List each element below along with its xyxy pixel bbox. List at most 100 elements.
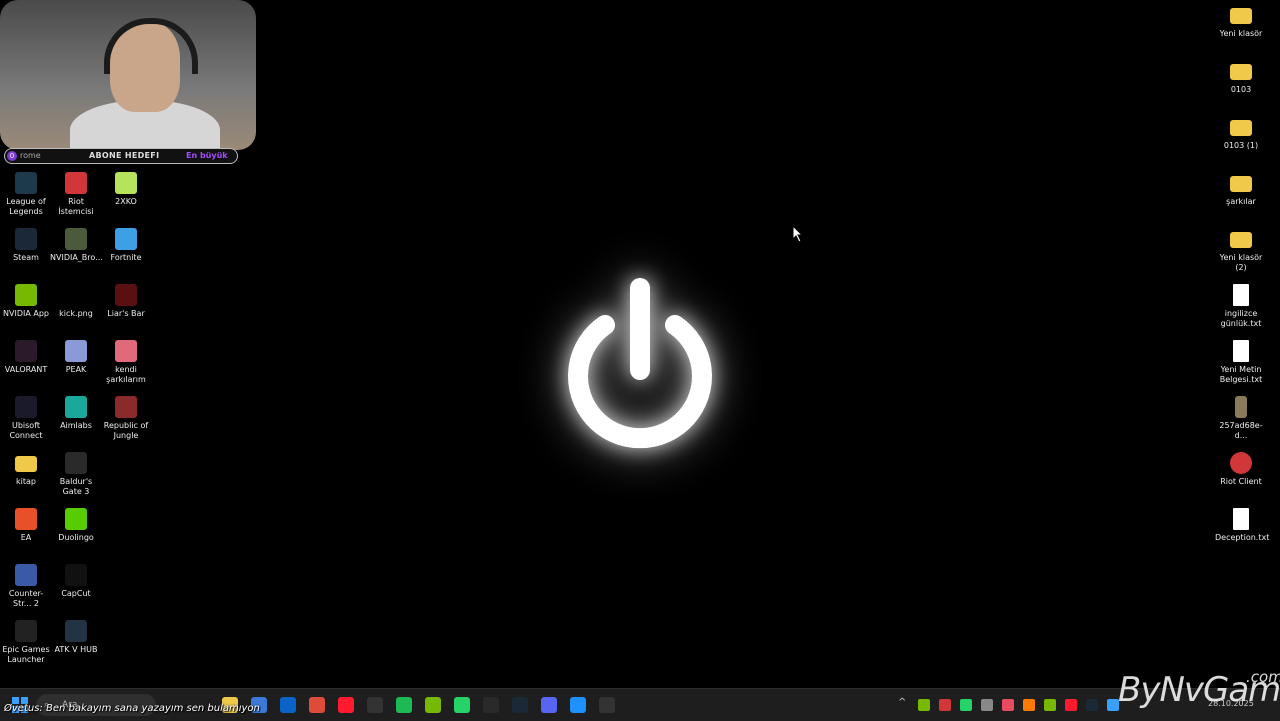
folder-icon: [1230, 64, 1252, 80]
desktop-icon[interactable]: Yeni klasör: [1215, 4, 1267, 39]
desktop-icon[interactable]: VALORANT: [0, 340, 52, 375]
desktop-icon[interactable]: Fortnite: [100, 228, 152, 263]
desktop-icon[interactable]: kick.png: [50, 284, 102, 319]
desktop-icon[interactable]: Liar's Bar: [100, 284, 152, 319]
desktop-icon-label: Duolingo: [58, 533, 94, 542]
desktop-icon-label: 257ad68e-d...: [1219, 421, 1263, 440]
desktop-icon-label: ATK V HUB: [54, 645, 98, 654]
desktop-icon[interactable]: Riot Client: [1215, 452, 1267, 487]
steam-icon[interactable]: [512, 697, 528, 713]
desktop-icon-label: Riot İstemcisi: [58, 197, 94, 216]
desktop-icon[interactable]: şarkılar: [1215, 172, 1267, 207]
text-file-icon: [1233, 508, 1249, 530]
steam-icon: [15, 228, 37, 250]
desktop-icon[interactable]: Yeni Metin Belgesi.txt: [1215, 340, 1267, 385]
desktop-icon[interactable]: kitap: [0, 452, 52, 487]
desktop-icon[interactable]: Aimlabs: [50, 396, 102, 431]
ea-icon: [15, 508, 37, 530]
mouse-cursor-icon: [792, 225, 804, 243]
desktop-icon[interactable]: Yeni klasör (2): [1215, 228, 1267, 273]
desktop-icon[interactable]: ATK V HUB: [50, 620, 102, 655]
headphone-graphic: [104, 18, 198, 74]
opera-tray-icon[interactable]: [1002, 699, 1014, 711]
desktop-icon[interactable]: Counter-Str... 2: [0, 564, 52, 609]
desktop-icon[interactable]: kendi şarkılarım: [100, 340, 152, 385]
desktop-icon[interactable]: 257ad68e-d...: [1215, 396, 1267, 441]
nvidia-icon[interactable]: [425, 697, 441, 713]
riot-tray-icon[interactable]: [939, 699, 951, 711]
folder-icon: [1230, 120, 1252, 136]
discord-icon[interactable]: [541, 697, 557, 713]
obs-icon[interactable]: [367, 697, 383, 713]
desktop-icon[interactable]: ingilizce günlük.txt: [1215, 284, 1267, 329]
2xko-icon: [115, 172, 137, 194]
aimlabs-icon: [65, 396, 87, 418]
riot-client-icon: [1230, 452, 1252, 474]
sub-goal-right-text: En büyük: [186, 151, 228, 160]
record-tray-icon[interactable]: [1065, 699, 1077, 711]
desktop-icon[interactable]: NVIDIA_Bro...: [50, 228, 103, 263]
desktop-icon[interactable]: Republic of Jungle: [100, 396, 152, 441]
desktop-icon[interactable]: EA: [0, 508, 52, 543]
desktop-icon-label: kitap: [16, 477, 36, 486]
desktop-icon[interactable]: NVIDIA App: [0, 284, 52, 319]
desktop-icon[interactable]: Baldur's Gate 3: [50, 452, 102, 497]
epic-games-icon[interactable]: [599, 697, 615, 713]
desktop-icon[interactable]: Steam: [0, 228, 52, 263]
desktop-icon-label: Liar's Bar: [107, 309, 145, 318]
desktop-icon-label: Aimlabs: [60, 421, 92, 430]
desktop-icon-label: Epic Games Launcher: [2, 645, 50, 664]
steam-tray-icon[interactable]: [1086, 699, 1098, 711]
kick-icon: [65, 284, 87, 306]
spotify-icon[interactable]: [396, 697, 412, 713]
text-file-icon: [1233, 284, 1249, 306]
fortnite-icon: [115, 228, 137, 250]
subscriber-goal-bar: 0 rome ABONE HEDEFI En büyük: [4, 148, 238, 164]
music-icon: [115, 340, 137, 362]
desktop-icon-label: NVIDIA App: [3, 309, 49, 318]
outlook-icon[interactable]: [280, 697, 296, 713]
whatsapp-icon[interactable]: [454, 697, 470, 713]
nvidia-tray-icon[interactable]: [1044, 699, 1056, 711]
desktop-icon[interactable]: Duolingo: [50, 508, 102, 543]
desktop-icon[interactable]: Epic Games Launcher: [0, 620, 52, 665]
terminal-icon[interactable]: [483, 697, 499, 713]
desktop-icon-label: Yeni Metin Belgesi.txt: [1219, 365, 1263, 384]
desktop-icon-label: 2XKO: [115, 197, 137, 206]
desktop-icon-label: ingilizce günlük.txt: [1220, 309, 1262, 328]
webcam-overlay: [0, 0, 256, 150]
chrome-icon[interactable]: [309, 697, 325, 713]
desktop-icon[interactable]: CapCut: [50, 564, 102, 599]
riot-client-icon: [65, 172, 87, 194]
text-file-icon: [1233, 340, 1249, 362]
desktop-icon[interactable]: 2XKO: [100, 172, 152, 207]
desktop-icon-label: Counter-Str... 2: [8, 589, 44, 608]
origin-tray-icon[interactable]: [1023, 699, 1035, 711]
desktop-icon[interactable]: Ubisoft Connect: [0, 396, 52, 441]
desktop-icon-label: şarkılar: [1226, 197, 1256, 206]
nvidia-tray-icon[interactable]: [918, 699, 930, 711]
epic-games-icon: [15, 620, 37, 642]
desktop-icon-label: League of Legends: [6, 197, 46, 216]
desktop-icon-label: Steam: [13, 253, 39, 262]
desktop-icon-label: Fortnite: [110, 253, 142, 262]
folder-icon: [1230, 8, 1252, 24]
desktop-icon[interactable]: 0103: [1215, 60, 1267, 95]
xbox-tray-icon[interactable]: [960, 699, 972, 711]
desktop-icon[interactable]: PEAK: [50, 340, 102, 375]
desktop-icon[interactable]: Deception.txt: [1215, 508, 1269, 543]
chevron-up-icon[interactable]: ^: [898, 697, 906, 708]
display-tray-icon[interactable]: [981, 699, 993, 711]
ubisoft-icon: [15, 396, 37, 418]
nvidia-app-icon: [15, 284, 37, 306]
atk-hub-icon: [65, 620, 87, 642]
desktop-icon[interactable]: Riot İstemcisi: [50, 172, 102, 217]
duolingo-icon: [65, 508, 87, 530]
desktop-icon-label: VALORANT: [4, 365, 48, 374]
desktop-icon[interactable]: League of Legends: [0, 172, 52, 217]
opera-icon[interactable]: [338, 697, 354, 713]
image-file-icon: [1235, 396, 1247, 418]
desktop-icon[interactable]: 0103 (1): [1215, 116, 1267, 151]
republic-of-jungle-icon: [115, 396, 137, 418]
calculator-icon[interactable]: [570, 697, 586, 713]
